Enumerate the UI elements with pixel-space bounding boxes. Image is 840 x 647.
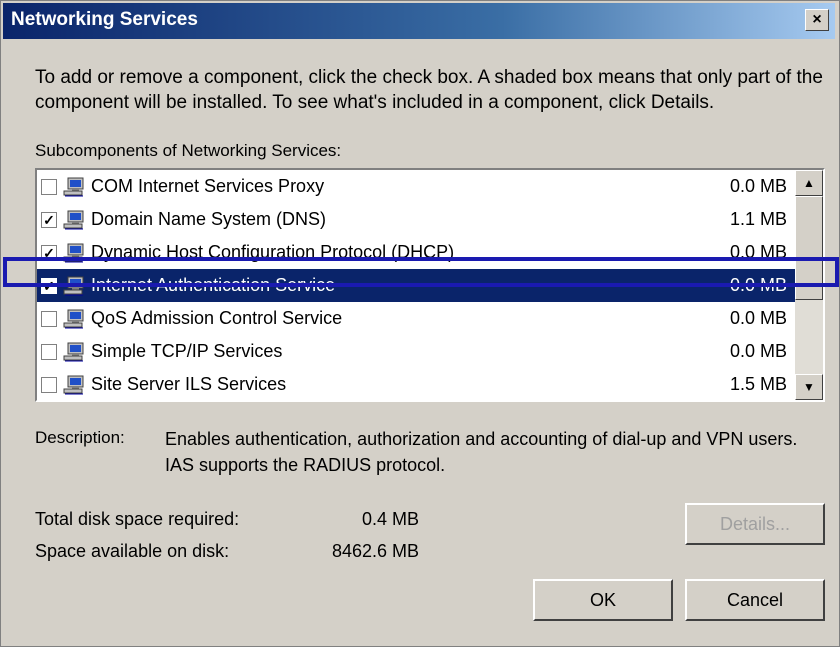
networking-services-dialog: Networking Services × To add or remove a… (0, 0, 840, 647)
cancel-button[interactable]: Cancel (685, 579, 825, 621)
subcomponents-label: Subcomponents of Networking Services: (35, 141, 342, 160)
list-scrollbar[interactable]: ▲ ▼ (795, 170, 823, 400)
component-checkbox[interactable] (41, 178, 57, 195)
list-item[interactable]: ✓ Domain Name System (DNS) 1.1 MB (37, 203, 795, 236)
close-button[interactable]: × (805, 9, 829, 31)
component-size: 1.5 MB (729, 374, 787, 394)
component-size: 0.0 MB (729, 242, 787, 262)
disk-available-label: Space available on disk: (35, 541, 230, 561)
list-item[interactable]: ✓ Dynamic Host Configuration Protocol (DH… (37, 236, 795, 269)
component-checkbox[interactable] (41, 376, 57, 393)
component-label: Site Server ILS Services (91, 374, 287, 394)
dialog-title: Networking Services (11, 9, 198, 30)
component-size: 0.0 MB (729, 275, 787, 295)
description-label: Description: (35, 428, 125, 447)
component-checkbox[interactable] (41, 310, 57, 327)
title-bar[interactable]: Networking Services × (3, 3, 835, 39)
network-computer-icon (63, 177, 85, 197)
component-size: 0.0 MB (729, 341, 787, 361)
component-label: Internet Authentication Service (91, 275, 336, 295)
list-item[interactable]: Site Server ILS Services 1.5 MB (37, 368, 795, 400)
description-text: Enables authentication, authorization an… (165, 429, 798, 475)
component-checkbox[interactable] (41, 343, 57, 360)
component-label: Domain Name System (DNS) (91, 209, 327, 229)
network-computer-icon (63, 309, 85, 329)
scroll-down-button[interactable]: ▼ (795, 374, 823, 400)
details-button[interactable]: Details... (685, 503, 825, 545)
arrow-up-icon: ▲ (803, 176, 815, 190)
disk-available-value: 8462.6 MB (331, 541, 419, 561)
component-size: 0.0 MB (729, 308, 787, 328)
network-computer-icon (63, 210, 85, 230)
network-computer-icon (63, 243, 85, 263)
network-computer-icon (63, 342, 85, 362)
instructions-text: To add or remove a component, click the … (35, 67, 823, 113)
disk-required-value: 0.4 MB (361, 509, 419, 529)
ok-button[interactable]: OK (533, 579, 673, 621)
component-checkbox[interactable]: ✓ (41, 244, 57, 261)
component-size: 1.1 MB (729, 209, 787, 229)
component-checkbox[interactable]: ✓ (41, 277, 57, 294)
component-checkbox[interactable]: ✓ (41, 211, 57, 228)
component-label: Dynamic Host Configuration Protocol (DHC… (91, 242, 455, 262)
disk-required-label: Total disk space required: (35, 509, 240, 529)
list-item[interactable]: ✓ Internet Authentication Service 0.0 MB (37, 269, 795, 302)
component-label: COM Internet Services Proxy (91, 176, 325, 196)
network-computer-icon (63, 276, 85, 296)
list-item[interactable]: QoS Admission Control Service 0.0 MB (37, 302, 795, 335)
list-item[interactable]: COM Internet Services Proxy 0.0 MB (37, 170, 795, 203)
component-size: 0.0 MB (729, 176, 787, 196)
scroll-up-button[interactable]: ▲ (795, 170, 823, 196)
subcomponents-list-items: COM Internet Services Proxy 0.0 MB ✓ Domain… (37, 170, 795, 400)
scrollbar-thumb[interactable] (795, 196, 823, 300)
network-computer-icon (63, 375, 85, 395)
component-label: Simple TCP/IP Services (91, 341, 283, 361)
subcomponents-list[interactable]: COM Internet Services Proxy 0.0 MB ✓ Domain… (35, 168, 825, 402)
component-label: QoS Admission Control Service (91, 308, 343, 328)
close-icon: × (812, 11, 822, 28)
arrow-down-icon: ▼ (803, 380, 815, 394)
list-item[interactable]: Simple TCP/IP Services 0.0 MB (37, 335, 795, 368)
